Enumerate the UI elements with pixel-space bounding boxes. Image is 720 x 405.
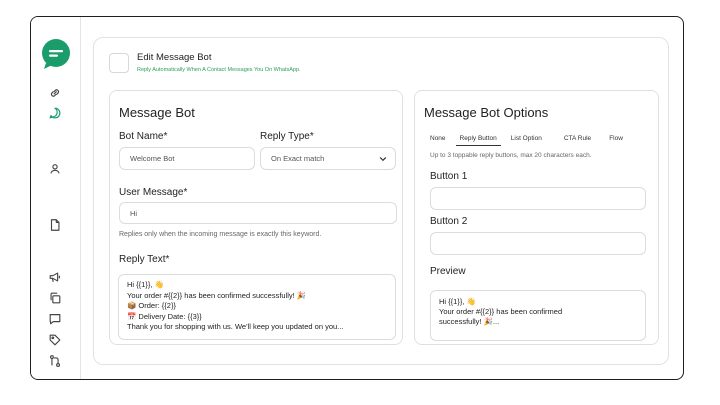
user-message-input[interactable]: Hi [119,202,397,224]
reply-text-line: Hi {{1}}, 👋 [127,280,164,289]
preview-line: Hi {{1}}, 👋 [439,297,476,306]
button1-label: Button 1 [430,171,468,182]
tab-list-option[interactable]: List Option [507,133,546,146]
sidebar [31,17,81,379]
tab-flow[interactable]: Flow [605,133,627,146]
reply-text-area[interactable]: Hi {{1}}, 👋 Your order #{{2}} has been c… [118,274,396,340]
reply-text-line: Thank you for shopping with us. We'll ke… [127,322,344,331]
reply-type-label: Reply Type* [260,131,314,142]
user-message-helper: Replies only when the incoming message i… [119,231,322,238]
tab-cta-rule[interactable]: CTA Rule [560,133,595,146]
page-title: Edit Message Bot [137,52,212,63]
bot-status-checkbox[interactable] [109,53,129,73]
megaphone-icon[interactable] [46,268,64,286]
reply-text-line: Your order #{{2}} has been confirmed suc… [127,290,307,300]
options-tabs: None Reply Button List Option CTA Rule F… [426,133,633,146]
reply-type-select[interactable]: On Exact match [260,147,396,170]
button2-input[interactable] [430,232,646,255]
user-icon[interactable] [46,160,64,178]
git-flow-icon[interactable] [46,352,64,370]
reply-text-label: Reply Text* [119,254,170,265]
edit-bot-card: Edit Message Bot Reply Automatically Whe… [93,37,669,365]
bot-name-input[interactable]: Welcome Bot [119,147,255,170]
main-content: Edit Message Bot Reply Automatically Whe… [81,17,683,379]
button1-input[interactable] [430,187,646,210]
tag-icon[interactable] [46,331,64,349]
bot-options-title: Message Bot Options [424,105,549,120]
bot-name-label: Bot Name* [119,131,168,142]
chat-icon[interactable] [46,104,64,122]
reply-text-line: 📦 Order: {{2}} [127,301,176,310]
preview-line: Your order #{{2}} has been confirmed [439,307,563,316]
brand-logo[interactable] [40,38,72,70]
reply-text-line: 📅 Delivery Date: {{3}} [127,311,202,321]
tab-none[interactable]: None [426,133,450,146]
tab-reply-button[interactable]: Reply Button [455,133,501,146]
message-preview: Hi {{1}}, 👋 Your order #{{2}} has been c… [430,290,646,341]
user-message-value: Hi [130,208,138,218]
button2-label: Button 2 [430,216,468,227]
page-subtitle: Reply Automatically When A Contact Messa… [137,67,301,73]
user-message-label: User Message* [119,187,188,198]
bot-options-panel: Message Bot Options None Reply Button Li… [414,90,659,345]
preview-label: Preview [430,266,466,277]
bot-name-value: Welcome Bot [130,154,175,163]
message-square-icon[interactable] [46,310,64,328]
document-icon[interactable] [46,216,64,234]
message-bot-title: Message Bot [119,105,195,120]
reply-type-value: On Exact match [271,154,325,163]
copy-icon[interactable] [46,289,64,307]
link-icon[interactable] [46,84,64,102]
chevron-down-icon [379,156,387,161]
app-window: Edit Message Bot Reply Automatically Whe… [30,16,684,380]
preview-line: successfully! 🎉... [439,317,500,326]
message-bot-panel: Message Bot Bot Name* Welcome Bot Reply … [109,90,403,345]
reply-buttons-helper: Up to 3 toppable reply buttons, max 20 c… [430,152,592,159]
